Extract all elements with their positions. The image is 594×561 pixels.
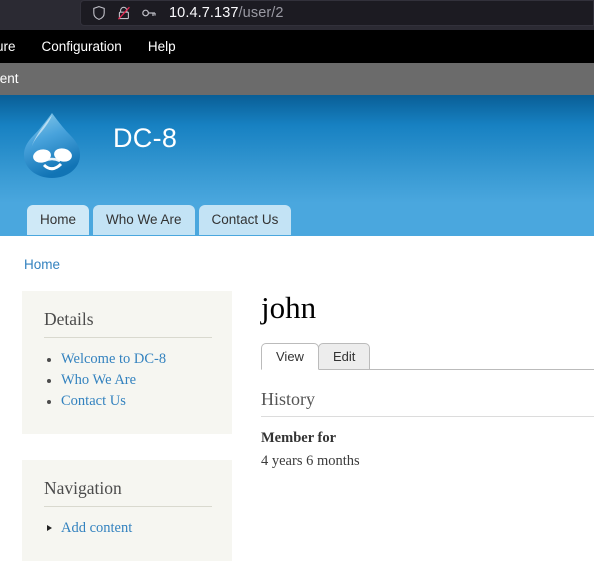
key-icon[interactable] xyxy=(141,5,157,21)
nav-tab-contact-us[interactable]: Contact Us xyxy=(199,205,292,235)
member-for-label: Member for xyxy=(261,430,594,447)
page-body: Home Details Welcome to DC-8 Who We Are … xyxy=(0,236,594,554)
content-tabs: View Edit xyxy=(261,343,594,370)
member-for-value: 4 years 6 months xyxy=(261,453,594,470)
admin-toolbar: ure Configuration Help xyxy=(0,30,594,63)
list-item[interactable]: Welcome to DC-8 xyxy=(44,349,212,370)
sidebar-link-contact-us[interactable]: Contact Us xyxy=(61,393,126,409)
site-name[interactable]: DC-8 xyxy=(113,123,177,154)
list-item[interactable]: Who We Are xyxy=(44,370,212,391)
tab-view[interactable]: View xyxy=(261,343,319,370)
main-content: john View Edit History Member for 4 year… xyxy=(261,291,594,470)
breadcrumb-item-home[interactable]: Home xyxy=(24,257,60,272)
admin-subbar: tent xyxy=(0,63,594,95)
toolbar-item-configuration[interactable]: Configuration xyxy=(29,30,135,63)
sidebar-block-details-title: Details xyxy=(44,309,212,338)
sidebar-link-welcome-to-dc-8[interactable]: Welcome to DC-8 xyxy=(61,351,166,367)
toolbar-subitem-content[interactable]: tent xyxy=(0,63,19,95)
sidebar-block-details: Details Welcome to DC-8 Who We Are Conta… xyxy=(22,291,232,434)
sidebar: Details Welcome to DC-8 Who We Are Conta… xyxy=(22,291,232,561)
list-item[interactable]: Add content xyxy=(44,518,212,539)
url-text: 10.4.7.137/user/2 xyxy=(166,5,284,21)
history-heading: History xyxy=(261,389,594,417)
site-header: DC-8 xyxy=(0,95,594,203)
sidebar-link-add-content[interactable]: Add content xyxy=(61,520,132,536)
breadcrumb: Home xyxy=(24,257,60,272)
main-navigation: Home Who We Are Contact Us xyxy=(0,203,594,236)
url-bar[interactable]: 10.4.7.137/user/2 xyxy=(80,0,594,26)
browser-chrome: 10.4.7.137/user/2 xyxy=(0,0,594,30)
main-nav-tabs: Home Who We Are Contact Us xyxy=(27,205,291,235)
nav-tab-who-we-are[interactable]: Who We Are xyxy=(93,205,195,235)
shield-icon[interactable] xyxy=(91,5,107,21)
sidebar-block-navigation: Navigation Add content xyxy=(22,460,232,561)
toolbar-item-help[interactable]: Help xyxy=(135,30,189,63)
sidebar-block-navigation-title: Navigation xyxy=(44,478,212,507)
url-host: 10.4.7.137 xyxy=(169,5,239,21)
list-item[interactable]: Contact Us xyxy=(44,391,212,412)
sidebar-block-details-list: Welcome to DC-8 Who We Are Contact Us xyxy=(44,349,212,412)
page-title: john xyxy=(261,291,594,325)
admin-toolbar-menu: ure Configuration Help xyxy=(0,30,594,63)
nav-tab-home[interactable]: Home xyxy=(27,205,89,235)
tracking-protection-blocked-icon[interactable] xyxy=(116,5,132,21)
sidebar-link-who-we-are[interactable]: Who We Are xyxy=(61,372,136,388)
tab-edit[interactable]: Edit xyxy=(318,343,370,370)
drupal-droplet-logo[interactable] xyxy=(22,111,82,180)
url-path: /user/2 xyxy=(239,5,284,21)
toolbar-item-structure[interactable]: ure xyxy=(0,30,29,63)
sidebar-block-navigation-list: Add content xyxy=(44,518,212,539)
